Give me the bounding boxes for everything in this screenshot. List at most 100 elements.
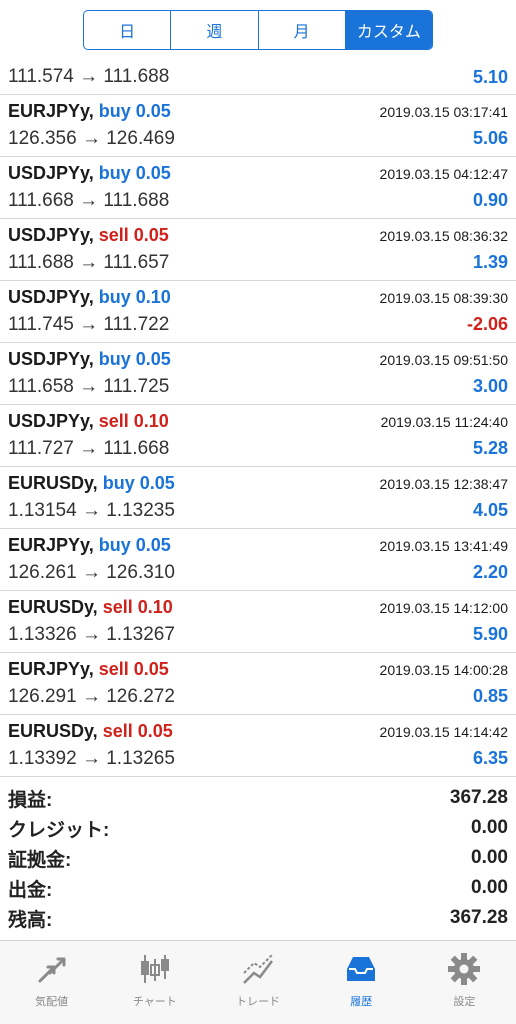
trade-symbol: EURJPYy, — [8, 659, 94, 679]
quotes-arrows-icon — [38, 957, 66, 983]
trade-symbol-side: EURUSDy, sell 0.10 — [8, 597, 173, 618]
trade-lots: 0.10 — [135, 287, 171, 307]
trade-symbol-side: EURUSDy, sell 0.05 — [8, 721, 173, 742]
tab-label: 履歴 — [350, 996, 373, 1008]
trade-lots: 0.10 — [133, 411, 169, 431]
tab-label: トレード — [236, 996, 280, 1008]
trade-row[interactable]: USDJPYy, sell 0.10 2019.03.15 11:24:40 111… — [0, 405, 516, 467]
trade-prices: 126.291 → 126.272 — [8, 686, 175, 707]
tab-trade[interactable]: トレード — [206, 941, 309, 1024]
trade-prices: 111.745 → 111.722 — [8, 314, 170, 335]
trade-time: 2019.03.15 14:14:42 — [379, 724, 508, 740]
segment-week[interactable]: 週 — [171, 11, 259, 49]
trade-side: sell — [98, 659, 129, 679]
summary-withdrawal-row: 出金: 0.00 — [0, 873, 516, 903]
trade-prices: 1.13326 → 1.13267 — [8, 624, 175, 645]
trade-profit: 1.39 — [472, 252, 508, 272]
summary-label: クレジット: — [8, 819, 110, 841]
trade-row[interactable]: EURJPYy, buy 0.05 2019.03.15 13:41:49 126.… — [0, 529, 516, 591]
trade-row[interactable]: EURUSDy, sell 0.10 2019.03.15 14:12:00 1.1… — [0, 591, 516, 653]
trade-row[interactable]: EURJPYy, sell 0.05 2019.03.15 14:00:28 126… — [0, 653, 516, 715]
trade-profit: 5.90 — [472, 624, 508, 644]
trade-time: 2019.03.15 11:24:40 — [380, 414, 508, 430]
trade-history-list: 111.574 → 111.688 5.10 EURJPYy, buy 0.05… — [0, 62, 516, 777]
summary-value: 367.28 — [449, 907, 508, 928]
trade-side: sell — [102, 721, 133, 741]
trade-symbol-side: EURUSDy, buy 0.05 — [8, 473, 175, 494]
summary-value: 0.00 — [471, 817, 508, 838]
trade-row[interactable]: EURUSDy, sell 0.05 2019.03.15 14:14:42 1.1… — [0, 715, 516, 777]
trade-row[interactable]: EURUSDy, buy 0.05 2019.03.15 12:38:47 1.13… — [0, 467, 516, 529]
summary-margin-row: 証拠金: 0.00 — [0, 843, 516, 873]
trade-side: buy — [98, 101, 131, 121]
summary-label: 残高: — [8, 909, 53, 931]
account-summary: 損益: 367.28 クレジット: 0.00 証拠金: 0.00 出金: 0.0… — [0, 783, 516, 933]
trade-prices: 126.356 → 126.469 — [8, 128, 175, 149]
trade-symbol: EURUSDy, — [8, 473, 98, 493]
trade-prices: 111.668 → 111.688 — [8, 190, 170, 211]
summary-value: 0.00 — [471, 877, 508, 898]
summary-label: 証拠金: — [8, 849, 72, 871]
summary-credit-row: クレジット: 0.00 — [0, 813, 516, 843]
trade-row-partial[interactable]: 111.574 → 111.688 5.10 — [0, 62, 516, 95]
trade-row[interactable]: USDJPYy, buy 0.10 2019.03.15 08:39:30 111.… — [0, 281, 516, 343]
trade-symbol: EURUSDy, — [8, 721, 98, 741]
trade-symbol-side: EURJPYy, sell 0.05 — [8, 659, 169, 680]
trade-symbol: USDJPYy, — [8, 163, 94, 183]
trade-lots: 0.05 — [135, 163, 171, 183]
trade-prices: 111.727 → 111.668 — [8, 438, 170, 459]
period-header: 日 週 月 カスタム — [0, 0, 516, 62]
tab-chart[interactable]: チャート — [103, 941, 206, 1024]
trade-row[interactable]: EURJPYy, buy 0.05 2019.03.15 03:17:41 126.… — [0, 95, 516, 157]
trade-symbol: USDJPYy, — [8, 349, 94, 369]
trade-profit: 5.06 — [472, 128, 508, 148]
tab-history[interactable]: 履歴 — [310, 941, 413, 1024]
trade-prices: 1.13392 → 1.13265 — [8, 748, 175, 769]
trade-time: 2019.03.15 04:12:47 — [379, 166, 508, 182]
trade-lots: 0.05 — [133, 659, 169, 679]
trade-time: 2019.03.15 08:36:32 — [379, 228, 508, 244]
trade-profit: 5.10 — [472, 67, 508, 87]
trade-row[interactable]: USDJPYy, buy 0.05 2019.03.15 04:12:47 111.… — [0, 157, 516, 219]
trade-symbol-side: USDJPYy, buy 0.05 — [8, 349, 171, 370]
trade-side: buy — [102, 473, 135, 493]
trade-side: buy — [98, 349, 131, 369]
tab-quotes[interactable]: 気配値 — [0, 941, 103, 1024]
trade-time: 2019.03.15 09:51:50 — [379, 352, 508, 368]
trade-profit: 2.20 — [472, 562, 508, 582]
trade-profit: -2.06 — [466, 314, 508, 334]
trade-symbol: EURJPYy, — [8, 101, 94, 121]
trade-prices: 111.658 → 111.725 — [8, 376, 170, 397]
bottom-tab-bar: 気配値 チャート トレード 履歴 設定 — [0, 940, 516, 1024]
trade-trend-icon — [243, 954, 273, 984]
trade-lots: 0.05 — [135, 535, 171, 555]
trade-symbol: EURJPYy, — [8, 535, 94, 555]
summary-label: 出金: — [8, 879, 53, 901]
history-tray-icon — [347, 957, 376, 981]
trade-side: buy — [98, 287, 131, 307]
tab-settings[interactable]: 設定 — [413, 941, 516, 1024]
trade-symbol-side: EURJPYy, buy 0.05 — [8, 101, 171, 122]
candlestick-chart-icon — [140, 955, 169, 983]
tab-label: 設定 — [453, 996, 476, 1008]
trade-profit: 6.35 — [472, 748, 508, 768]
trade-symbol: EURUSDy, — [8, 597, 98, 617]
trade-lots: 0.05 — [139, 473, 175, 493]
trade-side: sell — [98, 411, 129, 431]
trade-prices: 1.13154 → 1.13235 — [8, 500, 175, 521]
summary-balance-row: 残高: 367.28 — [0, 903, 516, 933]
trade-time: 2019.03.15 13:41:49 — [379, 538, 508, 554]
trade-row[interactable]: USDJPYy, sell 0.05 2019.03.15 08:36:32 111… — [0, 219, 516, 281]
trade-side: sell — [98, 225, 129, 245]
segment-custom[interactable]: カスタム — [345, 11, 432, 49]
summary-label: 損益: — [8, 789, 53, 811]
segment-month[interactable]: 月 — [259, 11, 346, 49]
trade-time: 2019.03.15 12:38:47 — [379, 476, 508, 492]
segment-day[interactable]: 日 — [84, 11, 172, 49]
trade-row[interactable]: USDJPYy, buy 0.05 2019.03.15 09:51:50 111.… — [0, 343, 516, 405]
trade-lots: 0.05 — [135, 349, 171, 369]
trade-symbol: USDJPYy, — [8, 411, 94, 431]
summary-value: 367.28 — [449, 787, 508, 808]
trade-profit: 4.05 — [472, 500, 508, 520]
summary-profit-row: 損益: 367.28 — [0, 783, 516, 813]
